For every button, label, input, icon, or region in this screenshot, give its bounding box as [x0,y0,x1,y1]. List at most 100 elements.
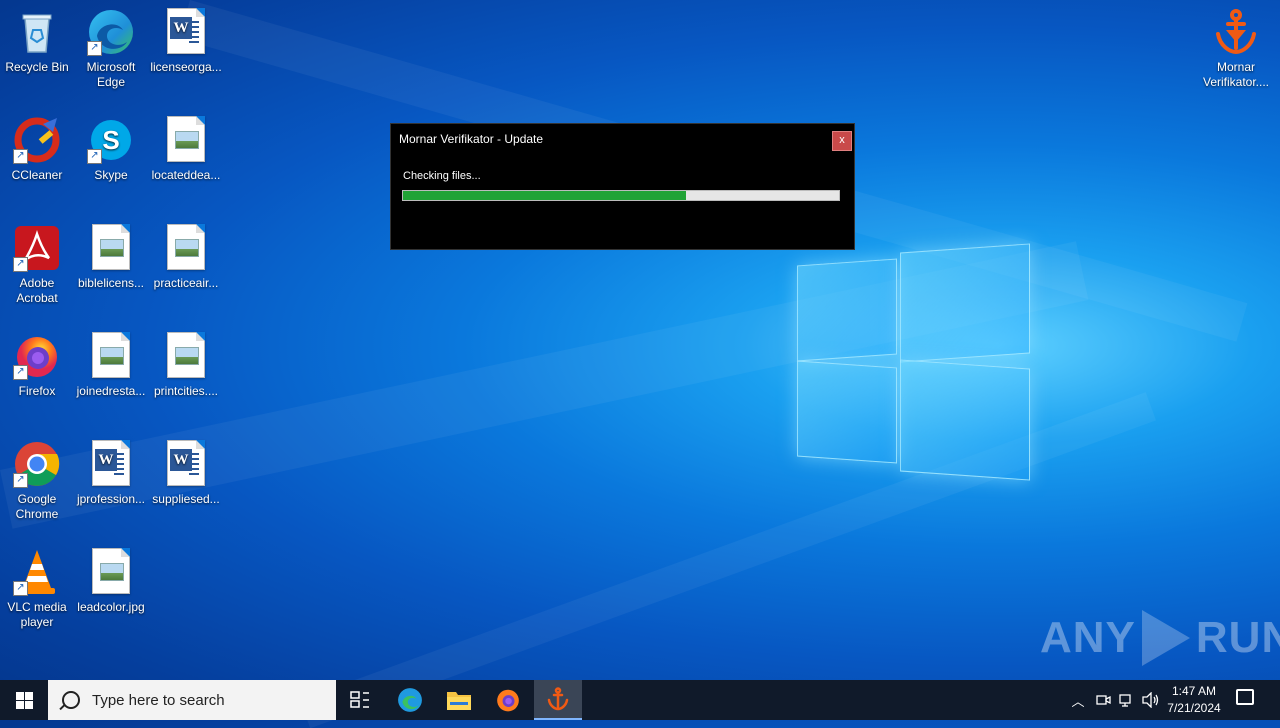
recycle-bin-icon [13,8,61,56]
desktop-icon-google-chrome[interactable]: ↗ Google Chrome [0,440,74,522]
volume-icon [1142,692,1159,708]
progress-fill [403,191,687,200]
task-view-button[interactable] [336,680,384,720]
watermark-text-left: ANY [1040,613,1136,662]
desktop-icon-label: practiceair... [153,276,219,290]
tray-app-button[interactable] [1093,680,1113,720]
desktop-icon-label: Skype [94,168,128,182]
desktop-icon-label: biblelicens... [77,276,145,290]
mornar-anchor-icon [547,687,569,711]
network-button[interactable] [1117,680,1137,720]
shortcut-arrow-icon: ↗ [13,365,28,380]
desktop-icon-printcities[interactable]: printcities.... [149,332,223,399]
shortcut-arrow-icon: ↗ [13,257,28,272]
search-placeholder: Type here to search [92,691,225,709]
desktop-icon-firefox[interactable]: ↗ Firefox [0,332,74,399]
edge-icon [398,688,422,712]
desktop-icon-label: jprofession... [76,492,146,506]
desktop-icon-vlc[interactable]: ↗ VLC media player [0,548,74,630]
desktop-icon-label: Google Chrome [15,492,59,521]
taskbar: Type here to search ︿ 1:47 AM 7/21/2024 [0,680,1280,720]
desktop-icon-jprofession[interactable]: W jprofession... [74,440,148,507]
desktop-icon-microsoft-edge[interactable]: ↗ Microsoft Edge [74,8,148,90]
desktop-icon-licenseorga[interactable]: W licenseorga... [149,8,223,75]
show-hidden-icons-button[interactable]: ︿ [1068,680,1088,720]
desktop-icon-mornar-verifikator[interactable]: Mornar Verifikator.... [1199,8,1273,90]
desktop-icon-practiceair[interactable]: practiceair... [149,224,223,291]
desktop-icon-label: CCleaner [11,168,63,182]
desktop-icon-label: Recycle Bin [5,60,69,74]
chrome-icon: ↗ [13,440,61,488]
desktop-icon-label: Mornar Verifikator.... [1202,60,1270,89]
ccleaner-icon: ↗ [13,116,61,164]
meet-now-icon [1096,695,1111,705]
volume-button[interactable] [1141,680,1161,720]
desktop-icon-leadcolor[interactable]: leadcolor.jpg [74,548,148,615]
desktop-icon-locateddea[interactable]: locateddea... [149,116,223,183]
shortcut-arrow-icon: ↗ [87,41,102,56]
notification-center-icon[interactable] [1236,689,1254,705]
progress-bar [402,190,840,201]
image-file-icon [162,224,210,272]
desktop-icon-label: Firefox [18,384,56,398]
windows-wallpaper-logo [795,240,1030,481]
search-icon [62,691,80,709]
close-button[interactable]: x [832,131,852,151]
image-file-icon [87,224,135,272]
edge-icon: ↗ [87,8,135,56]
watermark-text-right: RUN [1195,613,1280,662]
file-explorer-icon [447,692,471,710]
image-file-icon [87,332,135,380]
desktop-icon-biblelicens[interactable]: biblelicens... [74,224,148,291]
image-file-icon [162,116,210,164]
svg-text:S: S [102,125,119,155]
firefox-icon: ↗ [13,332,61,380]
desktop-icon-ccleaner[interactable]: ↗ CCleaner [0,116,74,183]
taskbar-file-explorer-button[interactable] [435,680,483,720]
firefox-icon [497,689,519,712]
word-document-icon: W [162,8,210,56]
clock[interactable]: 1:47 AM 7/21/2024 [1163,683,1225,717]
word-document-icon: W [162,440,210,488]
image-file-icon [162,332,210,380]
task-view-icon [350,691,369,708]
shortcut-arrow-icon: ↗ [87,149,102,164]
word-document-icon: W [87,440,135,488]
skype-icon: S ↗ [87,116,135,164]
image-file-icon [87,548,135,596]
desktop-icon-label: Adobe Acrobat [16,276,58,305]
status-text: Checking files... [403,170,481,182]
clock-time: 1:47 AM [1171,684,1217,698]
taskbar-mornar-button[interactable] [534,680,582,720]
play-triangle-icon [1141,610,1190,666]
desktop-icon-label: locateddea... [151,168,221,182]
chevron-up-icon: ︿ [1071,693,1085,709]
clock-date: 7/21/2024 [1167,701,1221,715]
shortcut-arrow-icon: ↗ [13,149,28,164]
dialog-title: Mornar Verifikator - Update [399,132,544,146]
shortcut-arrow-icon: ↗ [13,473,28,488]
desktop-icon-skype[interactable]: S ↗ Skype [74,116,148,183]
desktop-icon-recycle-bin[interactable]: Recycle Bin [0,8,74,75]
taskbar-edge-button[interactable] [386,680,434,720]
desktop-icon-suppliesed[interactable]: W suppliesed... [149,440,223,507]
anyrun-watermark: ANY RUN [1040,610,1280,666]
desktop-icon-label: printcities.... [153,384,219,398]
mornar-anchor-icon [1212,8,1260,56]
desktop-icon-joinedresta[interactable]: joinedresta... [74,332,148,399]
network-icon [1119,694,1131,707]
adobe-acrobat-icon: ↗ [13,224,61,272]
desktop-icon-label: joinedresta... [76,384,146,398]
desktop-icon-label: VLC media player [7,600,67,629]
update-dialog[interactable]: Mornar Verifikator - Update x Checking f… [390,123,855,250]
shortcut-arrow-icon: ↗ [13,581,28,596]
search-box[interactable]: Type here to search [48,680,336,720]
desktop-icon-label: licenseorga... [150,60,222,74]
taskbar-firefox-button[interactable] [484,680,532,720]
vlc-cone-icon: ↗ [13,548,61,596]
start-button[interactable] [0,680,48,720]
desktop-icon-label: leadcolor.jpg [77,600,145,614]
desktop-icon-adobe-acrobat[interactable]: ↗ Adobe Acrobat [0,224,74,306]
desktop-icon-label: Microsoft Edge [86,60,136,89]
windows-start-icon [15,691,33,709]
